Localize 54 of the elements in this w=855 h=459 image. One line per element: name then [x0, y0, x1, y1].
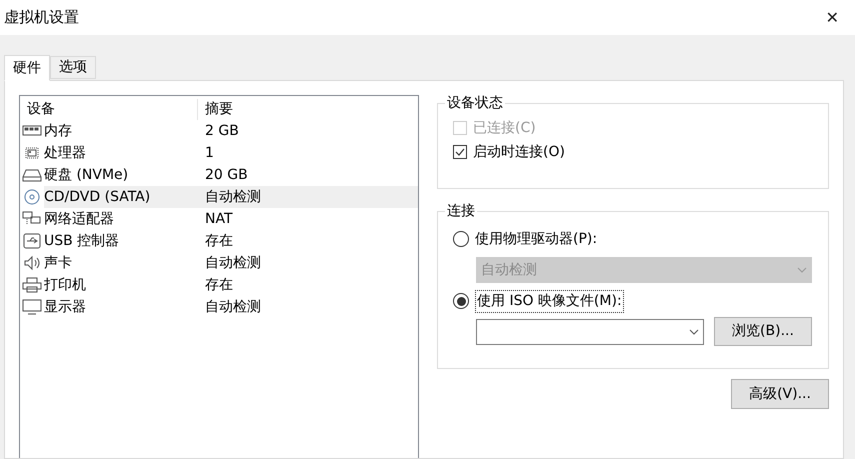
disc-icon: [22, 189, 42, 205]
radio-button[interactable]: [453, 293, 469, 309]
printer-icon: [22, 277, 42, 293]
device-row[interactable]: 硬盘 (NVMe) 20 GB: [44, 164, 418, 186]
device-summary: NAT: [205, 210, 233, 228]
device-name: 网络适配器: [44, 210, 115, 228]
column-header[interactable]: 设备: [20, 98, 198, 120]
browse-button[interactable]: 浏览(B)...: [714, 317, 812, 346]
speaker-icon: [22, 255, 42, 271]
checkbox[interactable]: [453, 145, 467, 159]
device-summary: 存在: [205, 232, 233, 250]
tab[interactable]: 选项: [50, 56, 96, 79]
device-row[interactable]: 打印机 存在: [44, 274, 418, 296]
device-name: 硬盘 (NVMe): [44, 166, 130, 184]
device-name: 内存: [44, 122, 73, 140]
device-summary: 20 GB: [205, 166, 248, 184]
radio-label: 使用物理驱动器(P):: [475, 230, 598, 248]
device-row[interactable]: 显示器 自动检测: [44, 296, 418, 318]
group-title: 连接: [445, 202, 477, 220]
device-name: 打印机: [44, 276, 87, 294]
network-icon: [22, 211, 42, 227]
device-row[interactable]: CD/DVD (SATA) 自动检测: [44, 186, 418, 208]
device-summary: 自动检测: [205, 254, 261, 272]
drive-icon: [22, 167, 42, 183]
device-row[interactable]: 处理器 1: [44, 142, 418, 164]
device-summary: 自动检测: [205, 298, 261, 316]
device-summary: 自动检测: [205, 188, 261, 206]
radio-button[interactable]: [453, 231, 469, 247]
monitor-icon: [22, 299, 42, 315]
device-row[interactable]: 内存 2 GB: [44, 120, 418, 142]
device-name: 显示器: [44, 298, 87, 316]
usb-icon: [22, 233, 42, 249]
device-name: CD/DVD (SATA): [44, 188, 152, 206]
chevron-icon: [689, 328, 699, 334]
close-button[interactable]: ✕: [826, 6, 839, 30]
device-row[interactable]: USB 控制器 存在: [44, 230, 418, 252]
group-title: 设备状态: [445, 94, 505, 112]
advanced-button[interactable]: 高级(V)...: [731, 379, 829, 409]
device-summary: 2 GB: [205, 122, 239, 140]
device-row[interactable]: 网络适配器 NAT: [44, 208, 418, 230]
checkbox-label: 已连接(C): [473, 118, 536, 138]
tab[interactable]: 硬件: [4, 55, 50, 81]
device-name: 处理器: [44, 144, 87, 162]
radio-label: 使用 ISO 映像文件(M):: [475, 290, 624, 312]
device-summary: 存在: [205, 276, 233, 294]
device-name: USB 控制器: [44, 232, 120, 250]
column-header[interactable]: 摘要: [198, 98, 233, 120]
window-title: 虚拟机设置: [4, 7, 79, 28]
chevron-icon: [797, 267, 807, 273]
iso-path-dropdown[interactable]: [476, 318, 704, 344]
device-name: 声卡: [44, 254, 73, 272]
device-row[interactable]: 声卡 自动检测: [44, 252, 418, 274]
checkbox-label: 启动时连接(O): [473, 142, 565, 162]
device-summary: 1: [205, 144, 214, 162]
